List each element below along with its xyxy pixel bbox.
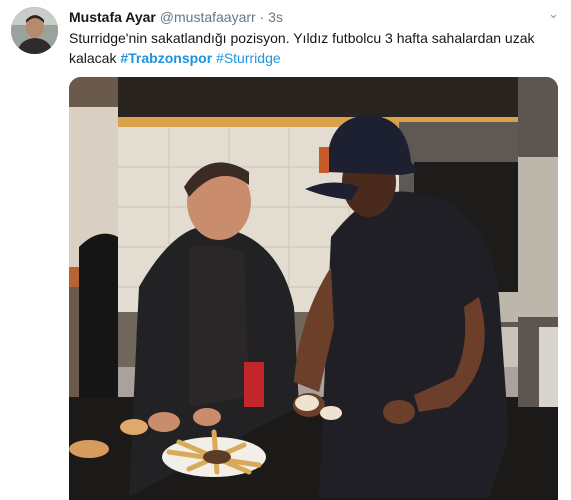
hashtag-link[interactable]: #Sturridge: [216, 50, 281, 66]
author-name[interactable]: Mustafa Ayar: [69, 9, 156, 25]
chevron-down-icon[interactable]: ⌄: [548, 6, 559, 22]
author-handle[interactable]: @mustafaayarr: [160, 9, 256, 25]
separator-dot: ·: [259, 9, 265, 25]
tweet-text: Sturridge'nin sakatlandığı pozisyon. Yıl…: [69, 28, 549, 68]
tweet-media[interactable]: [69, 77, 558, 500]
timestamp[interactable]: 3s: [268, 9, 283, 25]
tweet-header: Mustafa Ayar @mustafaayarr · 3s: [69, 8, 283, 26]
hashtag-link[interactable]: #Trabzonspor: [120, 50, 212, 66]
tweet-card[interactable]: Mustafa Ayar @mustafaayarr · 3s ⌄ Sturri…: [0, 0, 571, 500]
avatar[interactable]: [11, 7, 58, 54]
avatar-image: [11, 7, 58, 54]
video-frame: [69, 77, 558, 500]
